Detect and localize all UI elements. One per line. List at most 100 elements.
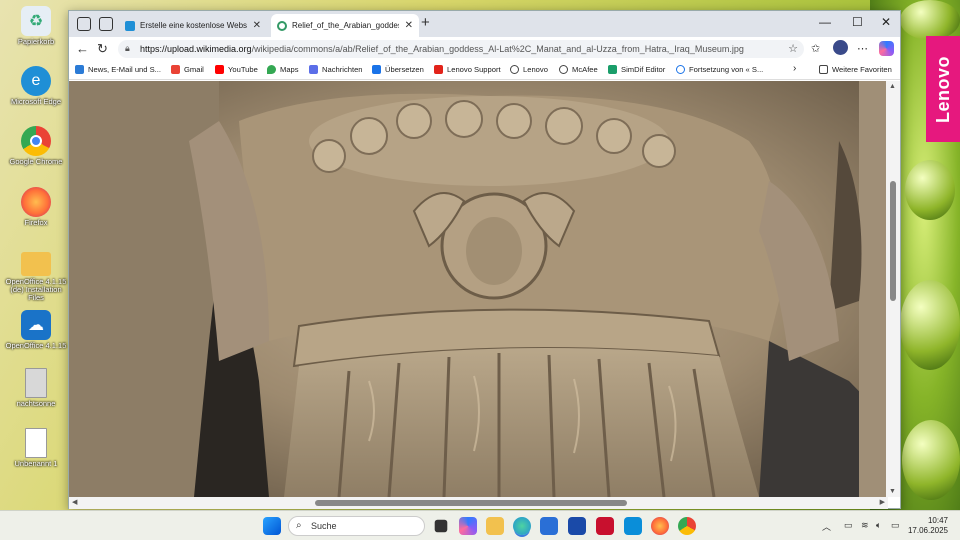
chrome-icon[interactable]	[678, 517, 696, 535]
desktop-icon-openoffice[interactable]: ☁ OpenOffice 4.1.15	[6, 310, 66, 350]
firefox-icon	[21, 187, 51, 217]
favorite-item[interactable]: Gmail	[171, 65, 204, 74]
openoffice-icon: ☁	[21, 310, 51, 340]
simdif-icon	[608, 65, 617, 74]
clock[interactable]: 10:47 17.06.2025	[908, 516, 948, 536]
horizontal-scroll-thumb[interactable]	[315, 500, 627, 506]
copilot-icon[interactable]	[459, 517, 477, 535]
file-explorer-icon[interactable]	[486, 517, 504, 535]
wikimedia-icon	[277, 20, 287, 31]
more-favorites-folder[interactable]: Weitere Favoriten	[819, 65, 892, 74]
vertical-scrollbar[interactable]: ▲ ▼	[886, 81, 900, 497]
close-tab-icon[interactable]: ✕	[253, 20, 261, 31]
address-input[interactable]: 🔒︎ https://upload.wikimedia.org/wikipedi…	[118, 40, 804, 58]
desktop-icon-unbenannt[interactable]: Unbenannt 1	[8, 428, 64, 468]
vertical-tabs-icon[interactable]	[99, 17, 113, 31]
gmail-icon	[171, 65, 180, 74]
task-view-icon[interactable]	[434, 519, 448, 533]
favorite-item[interactable]: News, E-Mail und S...	[75, 65, 161, 74]
clock-date: 17.06.2025	[907, 526, 948, 535]
wallpaper-drop	[902, 420, 960, 500]
folder-icon	[21, 252, 51, 276]
lenovo-badge: Lenovo	[926, 36, 960, 142]
recycle-bin-icon: ♻	[21, 6, 51, 36]
favorites-icon[interactable]: ✩	[811, 42, 820, 55]
desktop-icon-firefox[interactable]: Firefox	[8, 187, 64, 227]
edge-icon[interactable]	[513, 517, 531, 535]
document-image-icon	[25, 368, 47, 398]
scroll-up-arrow[interactable]: ▲	[889, 83, 896, 90]
favorite-item[interactable]: Lenovo Support	[434, 65, 501, 74]
favorite-item[interactable]: Übersetzen	[372, 65, 424, 74]
close-tab-icon[interactable]: ✕	[405, 20, 413, 31]
search-icon: ⌕	[296, 520, 302, 531]
desktop-icon-chrome[interactable]: Google Chrome	[8, 126, 64, 166]
wallpaper-drop	[900, 0, 960, 40]
translate-icon	[372, 65, 381, 74]
more-options-icon[interactable]: ⋯	[857, 42, 868, 55]
store-icon[interactable]	[540, 517, 558, 535]
tab-erstelle-website[interactable]: Erstelle eine kostenlose Website m ✕	[119, 14, 267, 37]
app-blue-icon[interactable]	[624, 517, 642, 535]
tray-overflow-chevron[interactable]: ︿	[822, 520, 831, 533]
favorites-overflow-chevron[interactable]: ›	[793, 63, 796, 74]
scroll-left-arrow[interactable]: ◀	[72, 498, 77, 506]
tab-relief-image[interactable]: Relief_of_the_Arabian_goddess_Al- ✕	[271, 14, 419, 37]
globe-icon	[559, 65, 568, 74]
reload-button[interactable]: ↻	[97, 41, 108, 57]
maps-icon	[267, 65, 276, 74]
youtube-icon	[215, 65, 224, 74]
start-button[interactable]	[263, 517, 281, 535]
desktop-icon-openoffice-folder[interactable]: OpenOffice 4.1.15 (de) Installation File…	[6, 248, 66, 302]
favorite-item[interactable]: YouTube	[215, 65, 258, 74]
new-tab-button[interactable]: +	[421, 14, 430, 31]
profile-icon[interactable]	[833, 40, 848, 55]
clock-time: 10:47	[927, 516, 948, 525]
desktop-icon-nachtsonne[interactable]: nachtsonne	[8, 368, 64, 408]
favorite-item[interactable]: McAfee	[559, 65, 598, 74]
favorite-item[interactable]: Maps	[267, 65, 299, 74]
firefox-icon[interactable]	[651, 517, 669, 535]
taskbar-search[interactable]: ⌕ Suche	[288, 516, 425, 536]
wallpaper-drop	[905, 160, 955, 220]
lock-icon: 🔒︎	[125, 43, 130, 53]
close-window-button[interactable]: ✕	[881, 15, 891, 29]
chrome-icon	[21, 126, 51, 156]
taskbar: ⌕ Suche ︿ ▭ ≋ 🔈︎ ▭ 10:47 17.06.2025	[0, 510, 960, 540]
page-icon	[676, 65, 685, 74]
edge-icon: e	[21, 66, 51, 96]
minimize-button[interactable]: —	[819, 15, 831, 29]
lenovo-vantage-icon[interactable]	[568, 517, 586, 535]
image-viewport[interactable]	[69, 81, 888, 497]
battery-icon[interactable]: ▭	[891, 520, 900, 531]
favorites-bar: News, E-Mail und S... Gmail YouTube Maps…	[69, 61, 900, 80]
favorite-item[interactable]: SimDif Editor	[608, 65, 665, 74]
wifi-icon[interactable]: ≋	[861, 520, 869, 531]
workspaces-icon[interactable]	[77, 17, 91, 31]
language-icon[interactable]: ▭	[844, 520, 853, 531]
desktop-icon-recycle-bin[interactable]: ♻ Papierkorb	[8, 6, 64, 46]
desktop-icon-edge[interactable]: e Microsoft Edge	[8, 66, 64, 106]
horizontal-scrollbar[interactable]: ◀ ▶	[69, 497, 888, 509]
vertical-scroll-thumb[interactable]	[890, 181, 896, 301]
tab-bar: Erstelle eine kostenlose Website m ✕ Rel…	[69, 11, 900, 37]
scroll-right-arrow[interactable]: ▶	[880, 498, 885, 506]
back-button[interactable]: ←	[76, 41, 89, 56]
globe-icon	[510, 65, 519, 74]
edge-page-icon	[125, 20, 135, 31]
volume-icon[interactable]: 🔈︎	[876, 520, 881, 531]
address-bar-row: ← ↻ 🔒︎ https://upload.wikimedia.org/wiki…	[69, 37, 900, 61]
lenovo-support-icon	[434, 65, 443, 74]
scroll-down-arrow[interactable]: ▼	[889, 488, 896, 495]
news-icon	[309, 65, 318, 74]
favorite-item[interactable]: Nachrichten	[309, 65, 363, 74]
msn-icon	[75, 65, 84, 74]
browser-window: Erstelle eine kostenlose Website m ✕ Rel…	[68, 10, 901, 509]
favorite-star-icon[interactable]: ☆	[788, 42, 798, 55]
maximize-button[interactable]: ☐	[852, 15, 863, 29]
mcafee-icon[interactable]	[596, 517, 614, 535]
folder-icon	[819, 65, 828, 74]
favorite-item[interactable]: Lenovo	[510, 65, 548, 74]
favorite-item[interactable]: Fortsetzung von « S...	[676, 65, 763, 74]
copilot-icon[interactable]	[879, 41, 894, 56]
